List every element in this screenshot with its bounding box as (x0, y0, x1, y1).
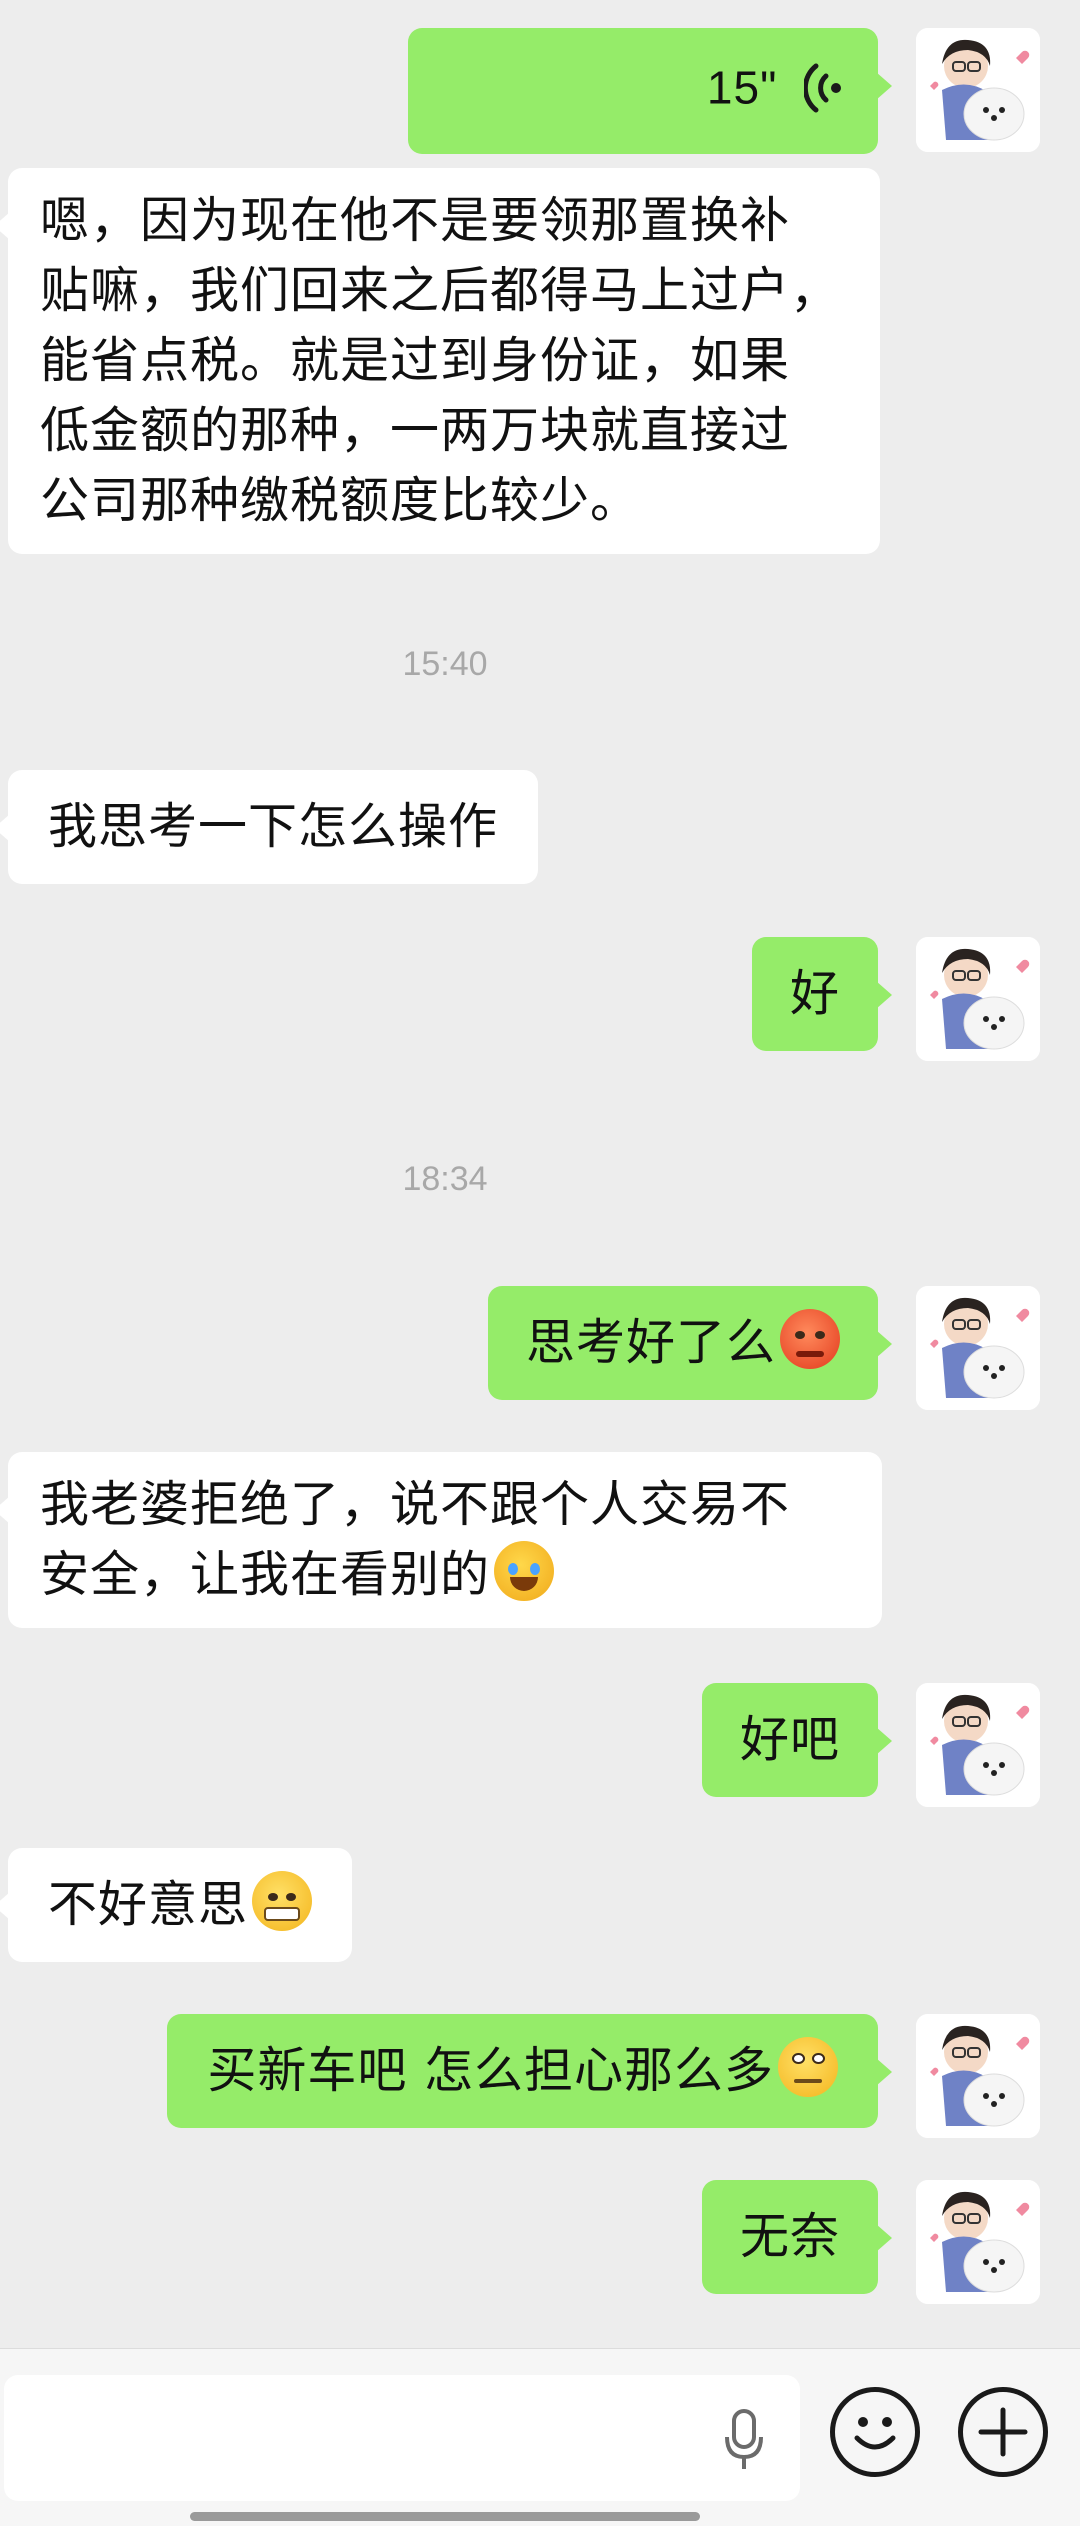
message-line: 安全，让我在看别的 (40, 1546, 491, 1603)
user-avatar-icon (916, 937, 1040, 1061)
microphone-icon[interactable] (724, 2409, 764, 2471)
avatar[interactable] (916, 28, 1040, 152)
angry-sweat-emoji (780, 1309, 840, 1369)
user-avatar-icon (916, 2014, 1040, 2138)
avatar[interactable] (916, 2014, 1040, 2138)
user-avatar-icon (916, 1683, 1040, 1807)
user-avatar-icon (916, 2180, 1040, 2304)
avatar[interactable] (916, 1286, 1040, 1410)
home-indicator[interactable] (190, 2512, 700, 2521)
incoming-message-bubble[interactable]: 嗯，因为现在他不是要领那置换补 贴嘛，我们回来之后都得马上过户， 能省点税。就是… (0, 168, 880, 554)
timestamp: 18:34 (402, 1160, 488, 1198)
avatar[interactable] (916, 937, 1040, 1061)
user-avatar-icon (916, 1286, 1040, 1410)
emoji-button[interactable] (830, 2387, 920, 2477)
outgoing-message-bubble[interactable]: 买新车吧 怎么担心那么多 (167, 2014, 892, 2128)
message-text: 不好意思 (48, 1876, 249, 1933)
incoming-message-bubble[interactable]: 不好意思 (0, 1848, 353, 1962)
message-text: 买新车吧 怎么担心那么多 (207, 2042, 774, 2099)
voice-duration: 15" (706, 61, 778, 114)
message-line: 嗯，因为现在他不是要领那置换补 (40, 192, 791, 249)
avatar[interactable] (916, 1683, 1040, 1807)
crying-laughing-emoji (494, 1541, 555, 1601)
incoming-message-bubble[interactable]: 我思考一下怎么操作 (0, 770, 539, 884)
message-line: 低金额的那种，一两万块就直接过 (40, 402, 791, 459)
outgoing-message-bubble[interactable]: 好 (751, 937, 893, 1051)
add-button[interactable] (958, 2387, 1048, 2477)
incoming-message-bubble[interactable]: 我老婆拒绝了，说不跟个人交易不 安全，让我在看别的 (0, 1452, 882, 1628)
message-line: 公司那种缴税额度比较少。 (40, 472, 641, 529)
message-text: 思考好了么 (525, 1314, 776, 1371)
outgoing-message-bubble[interactable]: 无奈 (701, 2180, 893, 2294)
message-line: 能省点税。就是过到身份证，如果 (40, 332, 791, 389)
message-text: 无奈 (739, 2208, 840, 2265)
emoji-icon (854, 2417, 896, 2450)
voice-message-bubble[interactable]: 15" (408, 28, 892, 154)
message-text: 我思考一下怎么操作 (48, 798, 499, 855)
user-avatar-icon (916, 28, 1040, 152)
message-text: 好 (789, 965, 840, 1022)
grimacing-emoji (252, 1871, 313, 1931)
outgoing-message-bubble[interactable]: 好吧 (701, 1683, 893, 1797)
input-bar (0, 2348, 1080, 2526)
timestamp: 15:40 (402, 645, 488, 683)
voice-wave-icon (802, 63, 841, 112)
outgoing-message-bubble[interactable]: 思考好了么 (487, 1286, 893, 1400)
avatar[interactable] (916, 2180, 1040, 2304)
message-line: 我老婆拒绝了，说不跟个人交易不 (40, 1476, 791, 1533)
message-input[interactable] (4, 2375, 800, 2501)
eye-roll-sweat-emoji (778, 2037, 838, 2097)
message-text: 好吧 (739, 1711, 840, 1768)
add-icon (978, 2407, 1028, 2457)
message-line: 贴嘛，我们回来之后都得马上过户， (40, 262, 841, 319)
